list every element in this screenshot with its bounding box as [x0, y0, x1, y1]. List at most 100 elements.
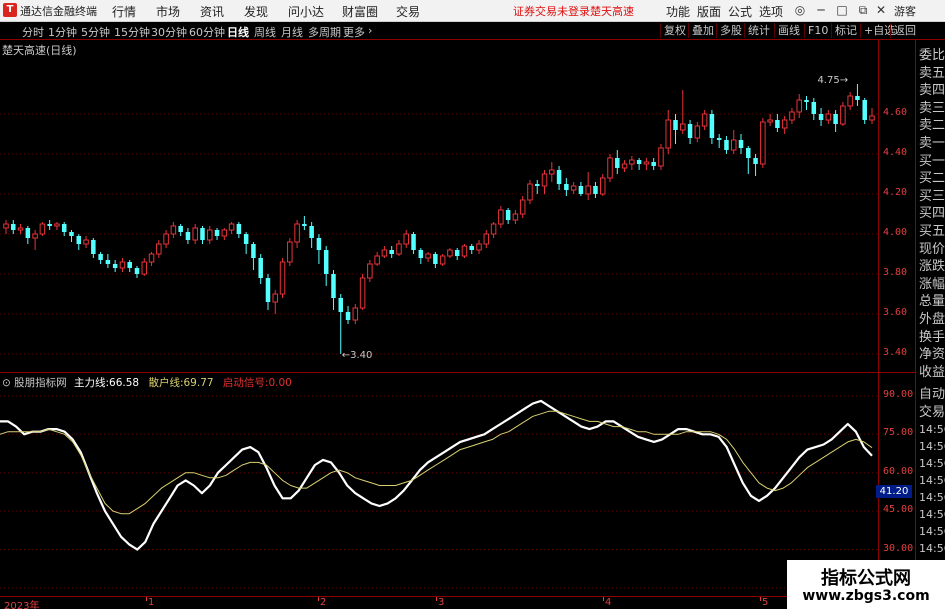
candle-up — [403, 233, 410, 245]
candle-down — [345, 312, 351, 320]
candle-up — [658, 147, 664, 167]
auto-trade-label[interactable]: 自动 — [919, 383, 945, 402]
retail-line — [0, 410, 873, 515]
candle-down — [593, 186, 598, 194]
candle-down — [47, 224, 52, 226]
candle-up — [490, 223, 497, 235]
candle-down — [91, 240, 96, 254]
minimize-icon[interactable]: ─ — [812, 2, 830, 18]
candlestick-chart[interactable]: 4.75→ ←3.40 — [0, 40, 878, 372]
period-monthly[interactable]: 月线 — [281, 24, 303, 40]
menu-wenxiaoda[interactable]: 问小达 — [288, 3, 324, 20]
date-label-jan: 1 — [148, 597, 155, 608]
restore-icon[interactable]: ⧉ — [854, 2, 872, 18]
candle-down — [214, 230, 220, 236]
auto-trade-label[interactable]: 交易 — [919, 401, 945, 420]
guest-label[interactable]: 游客 — [894, 3, 916, 19]
candle-up — [374, 255, 380, 265]
quote-side-panel: 委比 卖五 卖四 卖三 卖二 卖一 买一 买二 买三 买四 买五 现价 涨跌 涨幅 总量 外盘 换手 净资 收益 自动… — [915, 40, 945, 609]
headset-icon[interactable]: ◎ — [791, 2, 809, 18]
close-icon[interactable]: ✕ — [872, 2, 890, 18]
candle-up — [359, 277, 366, 309]
watermark: 指标公式网 www.zbgs3.com — [787, 560, 945, 609]
chevron-right-icon[interactable]: › — [368, 24, 372, 37]
candle-up — [781, 119, 788, 129]
candle-up — [701, 113, 708, 127]
date-axis: 2023年 1 2 3 4 5 — [0, 596, 915, 609]
candle-up — [192, 227, 198, 241]
date-label-feb: 2 — [320, 597, 327, 608]
menu-jiaoyi[interactable]: 交易 — [396, 3, 420, 20]
candle-down — [251, 244, 256, 258]
menu-shichang[interactable]: 市场 — [156, 3, 180, 20]
menu-zixun[interactable]: 资讯 — [200, 3, 224, 20]
stock-name-link[interactable]: 楚天高速 — [590, 3, 634, 19]
candle-up — [519, 199, 526, 215]
quote-field-label: 卖五 — [919, 65, 945, 81]
btn-biaoji[interactable]: 标记 — [831, 23, 860, 38]
candle-up — [869, 115, 875, 121]
candle-up — [607, 157, 613, 179]
candle-down — [811, 102, 817, 114]
menu-banmian[interactable]: 版面 — [697, 3, 721, 20]
period-5min[interactable]: 5分钟 — [81, 24, 110, 40]
menu-hangqing[interactable]: 行情 — [112, 3, 136, 20]
candle-down — [258, 258, 263, 278]
candle-up — [294, 223, 300, 243]
menu-gongneng[interactable]: 功能 — [666, 3, 690, 20]
btn-back[interactable]: 返回 — [890, 23, 919, 38]
menu-xuanxiang[interactable]: 选项 — [759, 3, 783, 20]
period-60min[interactable]: 60分钟 — [189, 24, 225, 40]
tick-time: 14:56 — [919, 423, 945, 436]
candle-up — [228, 223, 235, 231]
btn-huaxian[interactable]: 画线 — [774, 23, 803, 38]
period-fenshi[interactable]: 分时 — [22, 24, 44, 40]
btn-fuquan[interactable]: 复权 — [660, 23, 689, 38]
candle-up — [847, 95, 853, 107]
maximize-icon[interactable]: □ — [833, 2, 851, 18]
candle-up — [279, 261, 286, 295]
candle-up — [825, 113, 832, 121]
btn-tongji[interactable]: 统计 — [744, 23, 773, 38]
candle-down — [265, 278, 271, 302]
period-15min[interactable]: 15分钟 — [114, 24, 150, 40]
candle-down — [411, 234, 416, 250]
date-mark — [146, 597, 147, 601]
candle-down — [673, 120, 678, 130]
quote-field-label: 换手 — [919, 329, 945, 345]
candle-up — [527, 183, 533, 201]
period-multi[interactable]: 多周期 — [308, 24, 341, 40]
btn-diejia[interactable]: 叠加 — [688, 23, 717, 38]
indicator-tick: 60.00 — [883, 465, 914, 477]
title-bar: T 通达信金融终端 行情 市场 资讯 发现 问小达 财富圈 交易 证券交易未登录… — [0, 0, 945, 22]
menu-gongshi[interactable]: 公式 — [728, 3, 752, 20]
price-tick: 4.40 — [883, 147, 908, 158]
period-daily[interactable]: 日线 — [227, 24, 249, 40]
price-tick: 4.00 — [883, 227, 908, 238]
indicator-tick: 45.00 — [883, 504, 914, 516]
indicator-chart[interactable] — [0, 373, 878, 595]
quote-field-label: 外盘 — [919, 312, 945, 327]
date-mark — [318, 597, 319, 601]
quote-field-label: 买一 — [919, 153, 945, 169]
date-label-may: 5 — [762, 597, 769, 608]
trade-login-warning[interactable]: 证券交易未登录 — [513, 3, 590, 19]
date-mark — [603, 597, 604, 601]
menu-caifuquan[interactable]: 财富圈 — [342, 3, 378, 20]
btn-f10[interactable]: F10 — [804, 23, 831, 38]
period-1min[interactable]: 1分钟 — [48, 24, 77, 40]
date-label-mar: 3 — [438, 597, 445, 608]
candle-down — [454, 250, 460, 256]
candle-down — [709, 114, 715, 138]
candle-up — [3, 223, 9, 229]
indicator-tick: 90.00 — [883, 388, 914, 400]
period-weekly[interactable]: 周线 — [254, 24, 276, 40]
candle-down — [61, 224, 67, 232]
period-30min[interactable]: 30分钟 — [151, 24, 187, 40]
candle-up — [119, 261, 126, 269]
period-more[interactable]: 更多 — [343, 24, 365, 40]
btn-duogu[interactable]: 多股 — [716, 23, 745, 38]
cursor-value-label: 41.20 — [876, 485, 912, 498]
menu-faxian[interactable]: 发现 — [244, 3, 268, 20]
candle-down — [818, 114, 824, 120]
